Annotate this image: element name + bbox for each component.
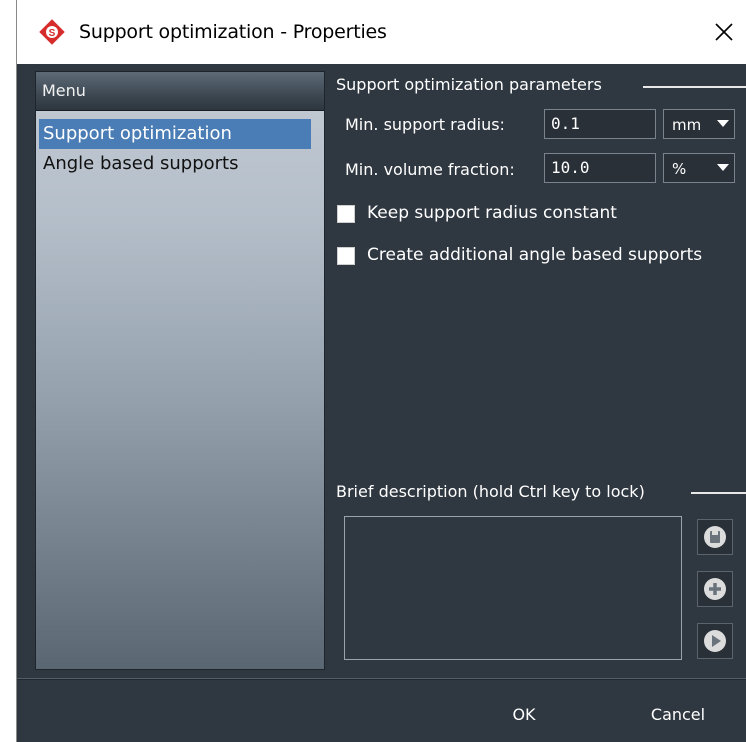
min-radius-label: Min. support radius: xyxy=(345,115,505,134)
create-angle-checkbox-row[interactable]: Create additional angle based supports xyxy=(337,245,737,269)
add-button[interactable] xyxy=(697,571,733,607)
chevron-down-icon xyxy=(712,110,734,138)
menu-panel: Menu Support optimization Angle based su… xyxy=(35,71,325,670)
menu-item-support-optimization[interactable]: Support optimization xyxy=(39,119,311,149)
close-icon xyxy=(715,23,733,41)
description-textarea[interactable] xyxy=(344,516,682,660)
keep-radius-label: Keep support radius constant xyxy=(367,203,617,223)
menu-header: Menu xyxy=(36,72,324,111)
description-section-divider xyxy=(691,492,746,494)
min-volume-unit: % xyxy=(672,160,687,178)
min-radius-unit: mm xyxy=(672,116,702,134)
close-button[interactable] xyxy=(701,12,746,52)
keep-radius-checkbox-row[interactable]: Keep support radius constant xyxy=(337,203,727,227)
save-icon xyxy=(704,526,726,548)
play-icon xyxy=(704,630,726,652)
min-radius-input[interactable]: 0.1 xyxy=(544,109,656,139)
min-volume-unit-select[interactable]: % xyxy=(663,153,735,183)
play-button[interactable] xyxy=(697,623,733,659)
min-volume-input[interactable]: 10.0 xyxy=(544,153,656,183)
cancel-button[interactable]: Cancel xyxy=(611,697,745,733)
save-button[interactable] xyxy=(697,519,733,555)
menu-header-label: Menu xyxy=(42,81,86,100)
min-radius-unit-select[interactable]: mm xyxy=(663,109,735,139)
properties-dialog: S Support optimization - Properties Menu… xyxy=(16,0,746,742)
menu-item-angle-based-supports[interactable]: Angle based supports xyxy=(39,149,311,179)
keep-radius-checkbox[interactable] xyxy=(337,205,355,223)
footer-divider-shadow xyxy=(17,679,746,680)
app-logo-icon: S xyxy=(39,19,65,45)
params-section-title: Support optimization parameters xyxy=(336,75,602,94)
window-title: Support optimization - Properties xyxy=(79,21,387,43)
description-section-title: Brief description (hold Ctrl key to lock… xyxy=(336,482,645,501)
min-volume-label: Min. volume fraction: xyxy=(345,160,515,179)
add-icon xyxy=(704,578,726,600)
params-section-divider xyxy=(643,86,746,88)
ok-button[interactable]: OK xyxy=(457,697,591,733)
svg-text:S: S xyxy=(49,28,56,39)
create-angle-label: Create additional angle based supports xyxy=(367,245,703,265)
create-angle-checkbox[interactable] xyxy=(337,247,355,265)
chevron-down-icon xyxy=(712,154,734,182)
title-bar: S Support optimization - Properties xyxy=(17,0,746,64)
